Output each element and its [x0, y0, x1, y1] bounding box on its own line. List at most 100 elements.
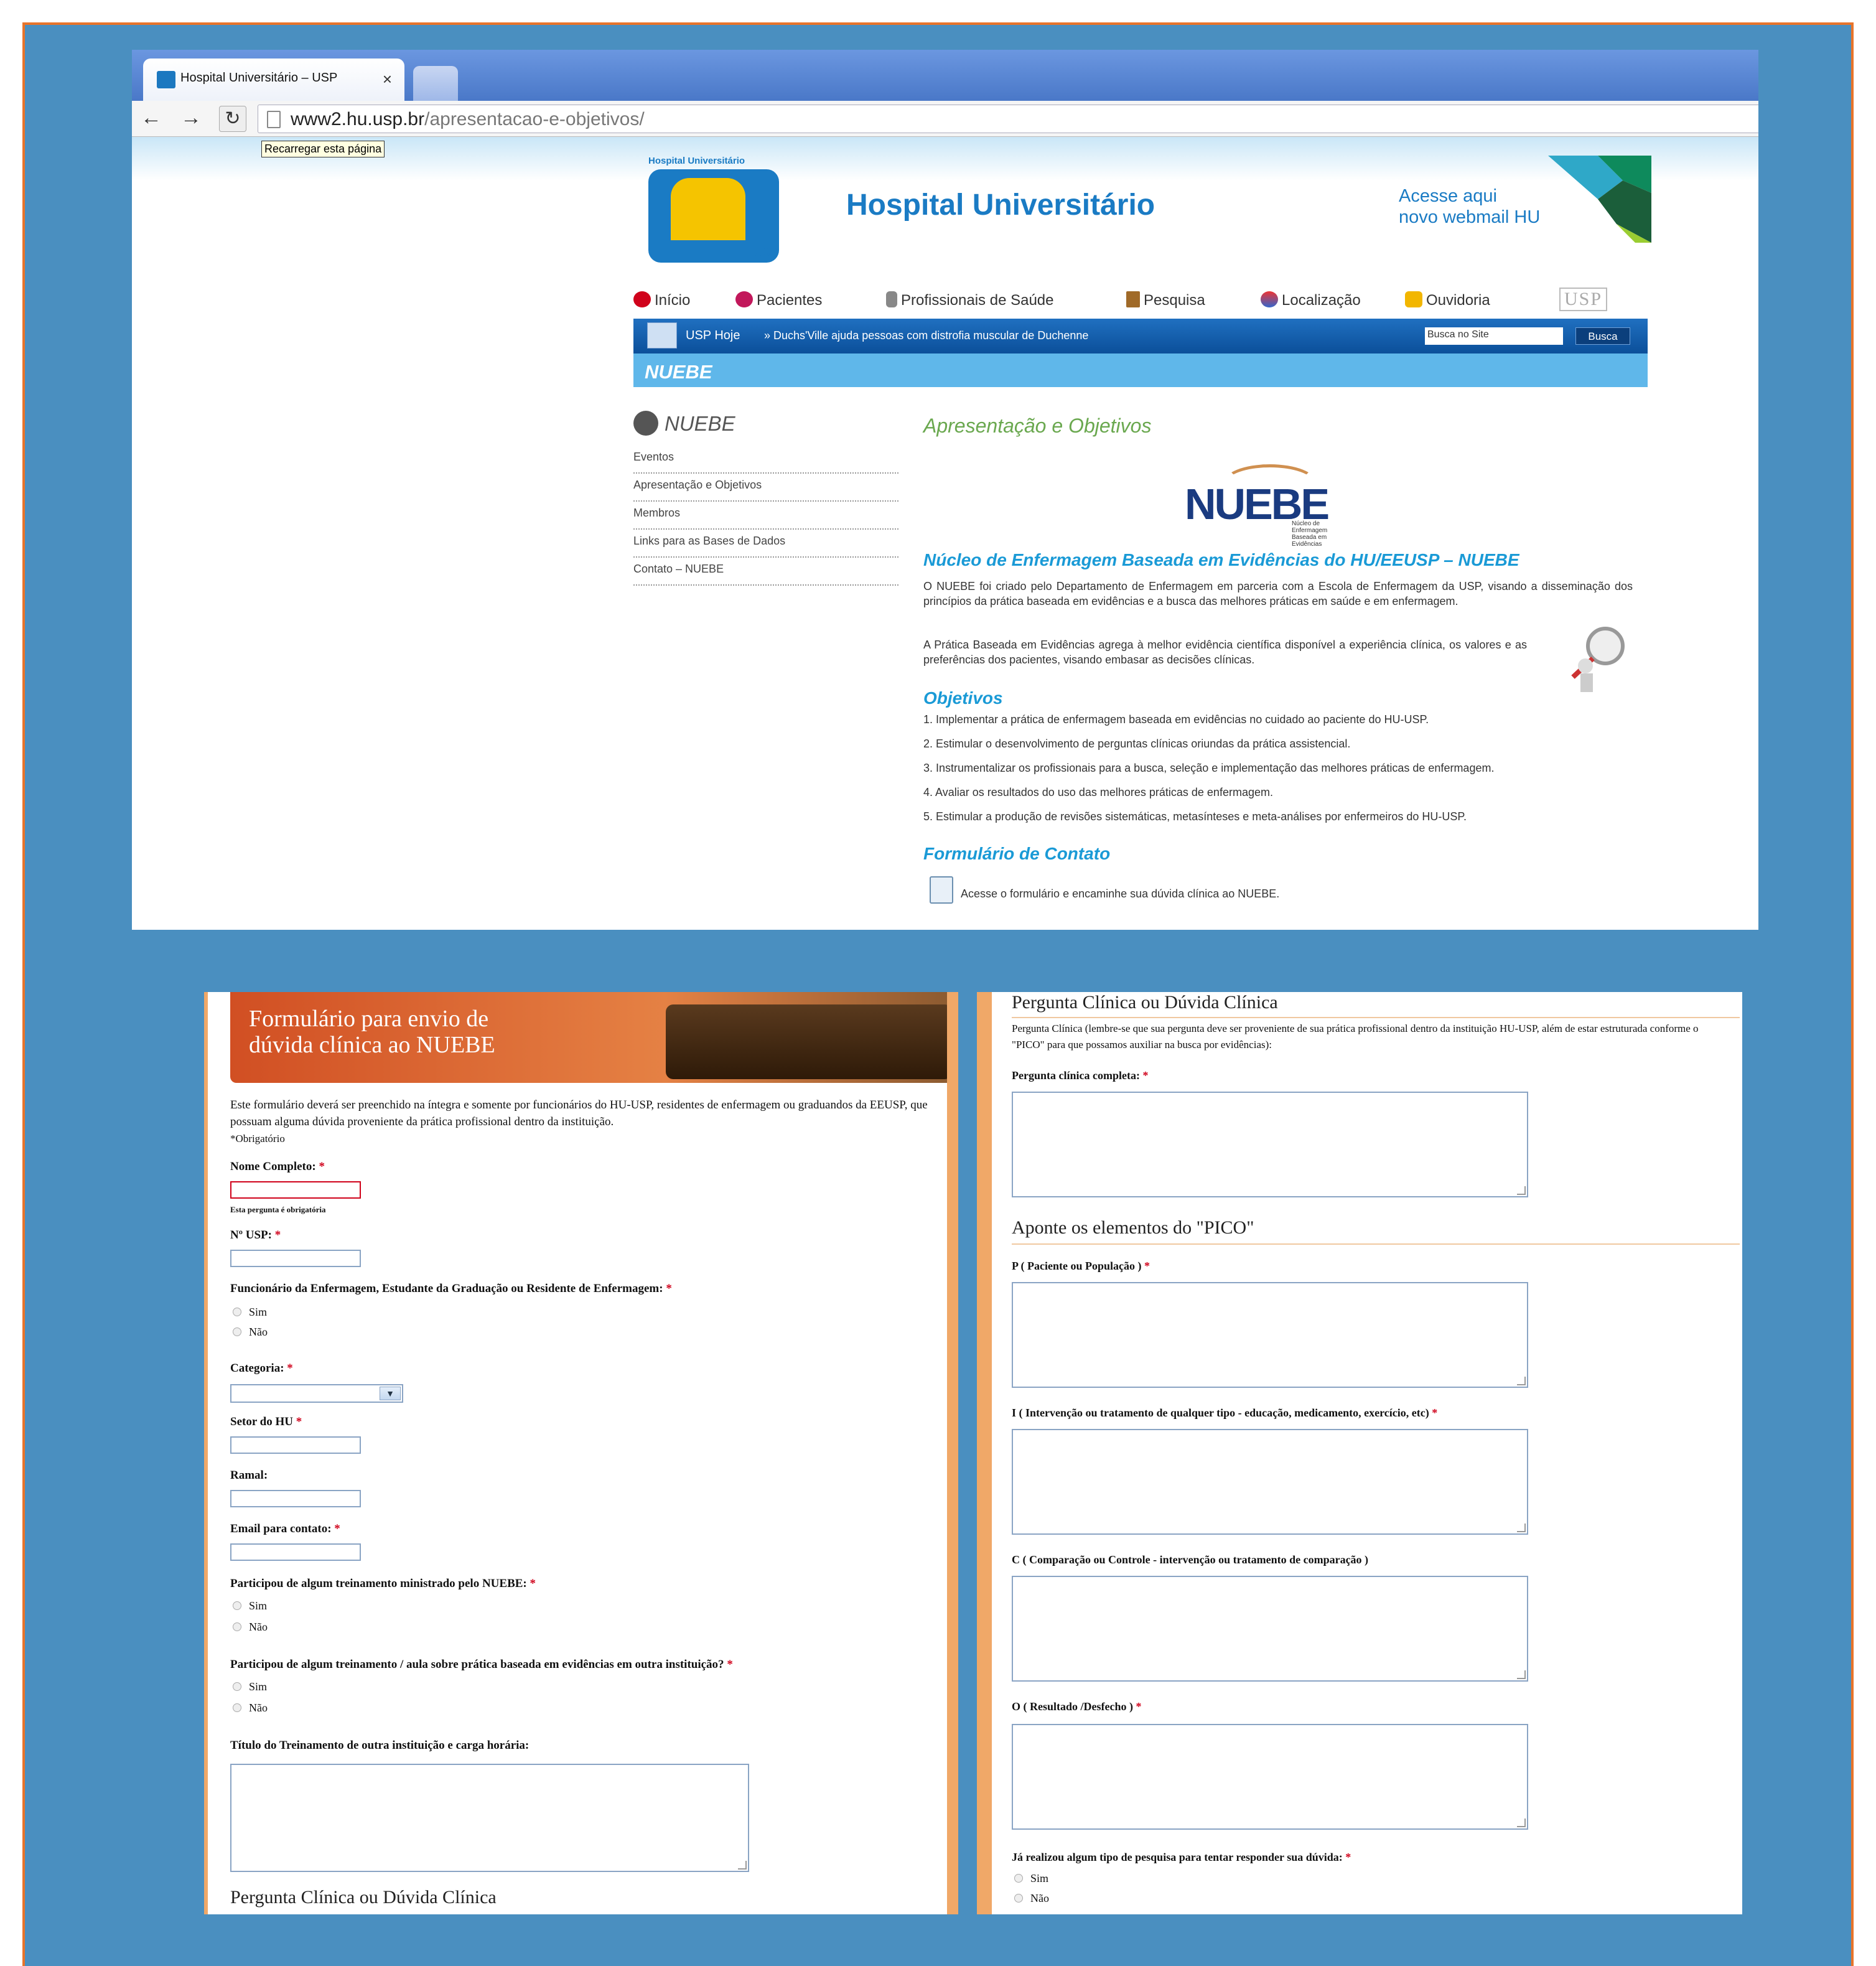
logo-usp: USP	[754, 246, 778, 259]
browser-tab[interactable]: Hospital Universitário – USP ×	[143, 59, 404, 101]
tab-close-icon[interactable]: ×	[383, 70, 392, 89]
browser-toolbar: ← → ↻ www2.hu.usp.br/apresentacao-e-obje…	[132, 101, 1758, 137]
menu-inicio[interactable]: Início	[633, 291, 690, 309]
list-item: 3. Instrumentalizar os profissionais par…	[923, 762, 1495, 774]
treinamento-outra-nao-radio[interactable]: Não	[233, 1702, 268, 1715]
list-item: 2. Estimular o desenvolvimento de pergun…	[923, 737, 1351, 750]
sidebar-nav: Eventos Apresentação e Objetivos Membros…	[633, 446, 898, 586]
reload-icon[interactable]: ↻	[219, 106, 246, 132]
email-label: Email para contato: *	[230, 1522, 340, 1535]
treinamento-outra-label: Participou de algum treinamento / aula s…	[230, 1658, 733, 1671]
usp-news-bar: USP Hoje » Duchs'Ville ajuda pessoas com…	[633, 319, 1648, 353]
c-label: C ( Comparação ou Controle - intervenção…	[1012, 1553, 1369, 1566]
c-textarea[interactable]	[1012, 1576, 1528, 1682]
news-ticker[interactable]: » Duchs'Ville ajuda pessoas com distrofi…	[764, 329, 1088, 342]
setor-input[interactable]	[230, 1436, 361, 1454]
required-note: *Obrigatório	[230, 1133, 285, 1144]
o-textarea[interactable]	[1012, 1724, 1528, 1830]
clipboard-icon	[1126, 291, 1140, 307]
form-screenshot-right: Pergunta Clínica ou Dúvida Clínica Pergu…	[977, 992, 1742, 1914]
new-tab-button[interactable]	[413, 66, 458, 101]
hu-logo[interactable]: Hospital Universitário USP	[643, 156, 783, 266]
p-textarea[interactable]	[1012, 1282, 1528, 1388]
nusp-label: Nº USP: *	[230, 1229, 281, 1242]
forward-icon[interactable]: →	[180, 106, 202, 130]
pico-section-title: Aponte os elementos do "PICO"	[1012, 1217, 1254, 1238]
menu-localizacao[interactable]: Localização	[1261, 291, 1361, 309]
section-bar: NUEBE	[633, 353, 1648, 387]
tab-title: Hospital Universitário – USP	[180, 71, 338, 85]
pesquisa-sim-radio[interactable]: Sim	[1014, 1872, 1048, 1885]
back-icon[interactable]: ←	[141, 106, 162, 130]
form-banner: Formulário para envio de dúvida clínica a…	[230, 992, 947, 1083]
form-screenshot-left: Formulário para envio de dúvida clínica a…	[204, 992, 958, 1914]
url-path: /apresentacao-e-objetivos/	[424, 109, 645, 129]
calendar-icon	[647, 322, 677, 349]
usp-logo[interactable]: USP	[1559, 288, 1608, 311]
stethoscope-icon	[886, 291, 897, 307]
arrow-circle-icon	[633, 411, 658, 436]
categoria-select[interactable]: ▼	[230, 1384, 403, 1403]
objetivos-list: 1. Implementar a prática de enfermagem b…	[923, 713, 1670, 835]
chevron-down-icon: ▼	[380, 1387, 401, 1400]
nome-input[interactable]	[230, 1181, 361, 1199]
pergunta-textarea[interactable]	[1012, 1092, 1528, 1197]
email-input[interactable]	[230, 1543, 361, 1561]
titulo-treinamento-textarea[interactable]	[230, 1764, 749, 1872]
form-intro: Este formulário deverá ser preenchido na…	[230, 1098, 928, 1128]
sidebar-item-membros[interactable]: Membros	[633, 502, 898, 530]
pesquisa-label: Já realizou algum tipo de pesquisa para …	[1012, 1851, 1351, 1863]
menu-profissionais[interactable]: Profissionais de Saúde	[886, 291, 1053, 309]
funcionario-sim-radio[interactable]: Sim	[233, 1306, 267, 1319]
ramal-input[interactable]	[230, 1490, 361, 1507]
funcionario-nao-radio[interactable]: Não	[233, 1326, 268, 1339]
treinamento-nuebe-sim-radio[interactable]: Sim	[233, 1599, 267, 1613]
pergunta-section-title: Pergunta Clínica ou Dúvida Clínica	[230, 1887, 497, 1907]
logo-caption: Hospital Universitário	[648, 156, 745, 166]
ramal-label: Ramal:	[230, 1469, 268, 1482]
divider	[1012, 1017, 1740, 1018]
nusp-input[interactable]	[230, 1250, 361, 1267]
sidebar-title: NUEBE	[633, 411, 735, 436]
setor-label: Setor do HU *	[230, 1415, 302, 1428]
list-item: 5. Estimular a produção de revisões sist…	[923, 810, 1467, 823]
sidebar-item-apresentacao[interactable]: Apresentação e Objetivos	[633, 474, 898, 502]
heart-icon	[633, 291, 651, 307]
tab-strip: Hospital Universitário – USP ×	[132, 50, 1758, 101]
site-search-input[interactable]: Busca no Site	[1425, 327, 1563, 345]
address-bar[interactable]: www2.hu.usp.br/apresentacao-e-objetivos/	[258, 105, 1758, 133]
p-label: P ( Paciente ou População ) *	[1012, 1260, 1150, 1272]
search-button[interactable]: Busca	[1575, 327, 1630, 345]
menu-ouvidoria[interactable]: Ouvidoria	[1405, 291, 1490, 309]
paragraph-pbe: A Prática Baseada em Evidências agrega à…	[923, 639, 1527, 666]
magnifier-figure-icon	[1571, 627, 1625, 692]
sidebar-item-contato[interactable]: Contato – NUEBE	[633, 558, 898, 586]
i-textarea[interactable]	[1012, 1429, 1528, 1535]
pesquisa-nao-radio[interactable]: Não	[1014, 1892, 1049, 1905]
treinamento-nuebe-nao-radio[interactable]: Não	[233, 1621, 268, 1634]
form-link[interactable]: Acesse o formulário e encaminhe sua dúvi…	[961, 886, 1279, 901]
categoria-label: Categoria: *	[230, 1362, 293, 1375]
pergunta-section-title: Pergunta Clínica ou Dúvida Clínica	[1012, 992, 1278, 1013]
funcionario-label: Funcionário da Enfermagem, Estudante da …	[230, 1282, 672, 1295]
globe-icon	[1261, 291, 1278, 307]
objetivos-heading: Objetivos	[923, 688, 1003, 708]
usp-hoje-link[interactable]: USP Hoje	[686, 329, 740, 343]
menu-pacientes[interactable]: Pacientes	[735, 291, 822, 309]
webmail-link[interactable]: Acesse aqui novo webmail HU	[1399, 185, 1540, 228]
sidebar-item-eventos[interactable]: Eventos	[633, 446, 898, 474]
treinamento-nuebe-label: Participou de algum treinamento ministra…	[230, 1577, 536, 1590]
sidebar-item-links[interactable]: Links para as Bases de Dados	[633, 530, 898, 558]
heart-pulse-icon	[735, 291, 753, 307]
i-label: I ( Intervenção ou tratamento de qualque…	[1012, 1407, 1438, 1419]
o-label: O ( Resultado /Desfecho ) *	[1012, 1700, 1142, 1713]
menu-pesquisa[interactable]: Pesquisa	[1126, 291, 1205, 309]
divider	[1012, 1243, 1740, 1245]
nome-error: Esta pergunta é obrigatória	[230, 1205, 326, 1214]
page-icon	[267, 111, 281, 128]
list-item: 4. Avaliar os resultados do uso das melh…	[923, 786, 1273, 798]
form-icon	[930, 876, 953, 904]
reload-tooltip: Recarregar esta página	[261, 141, 385, 157]
treinamento-outra-sim-radio[interactable]: Sim	[233, 1680, 267, 1693]
titulo-treinamento-label: Título do Treinamento de outra instituiç…	[230, 1739, 530, 1752]
